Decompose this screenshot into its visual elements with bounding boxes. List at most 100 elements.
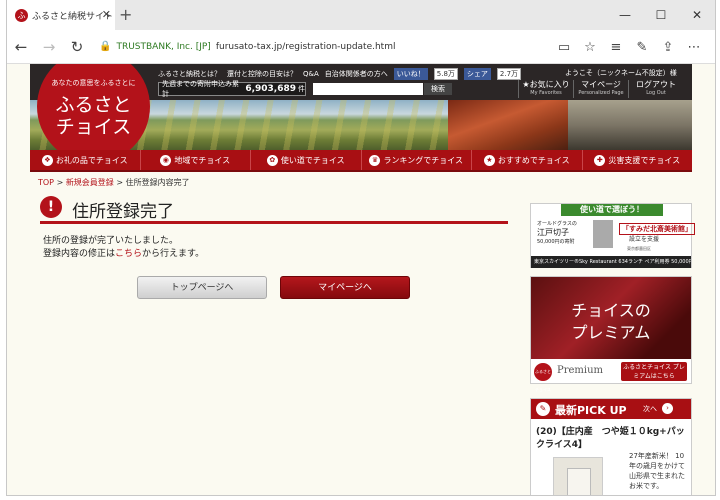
donation-counter: 先週までの寄附申込み累計 6,903,689 件 [158,80,306,98]
message-prefix: 登録内容の修正は [43,249,116,259]
minimize-icon[interactable]: — [607,0,643,30]
nav-region-label: 地域でチョイス [174,155,231,165]
completion-message: 住所の登録が完了いたしました。 登録内容の修正はこちらから行えます。 [43,235,204,261]
browser-toolbar: ← → ↻ 🔒 TRUSTBANK, Inc. [JP] furusato-ta… [7,30,715,64]
nav-usage-label: 使い道でチョイス [280,155,345,165]
breadcrumb-current: 住所登録内容完了 [125,178,190,187]
pickup-title: 最新PICK UP [555,404,627,417]
breadcrumb-separator: > [56,178,66,187]
mypage-sub: Personalized Page [578,90,624,96]
hub-icon[interactable]: ≡ [603,40,629,55]
nav-usage[interactable]: ✿ 使い道でチョイス [251,150,362,170]
site-content: あなたの意思をふるさとに ふるさと チョイス ふるさと納税とは？ 還付と控除の目… [30,64,695,495]
premium-banner[interactable]: チョイスの プレミアム ふるさと チョイス Premium ふるさとチョイス プ… [530,276,692,392]
next-arrow-icon[interactable]: › [662,403,673,414]
link-about[interactable]: ふるさと納税とは？ [158,69,221,79]
site-header: あなたの意思をふるさとに ふるさと チョイス ふるさと納税とは？ 還付と控除の目… [30,64,692,150]
message-line2: 登録内容の修正はこちらから行えます。 [43,248,204,261]
header-photo-landscape [568,100,692,150]
fb-like-button[interactable]: いいね！ [393,68,428,80]
rice-bag-image[interactable] [553,457,603,495]
nav-recommend[interactable]: ★ おすすめでチョイス [472,150,583,170]
logout-link[interactable]: ログアウト Log Out [628,80,683,98]
logo-tagline: あなたの意思をふるさとに [51,79,136,87]
usage-text5: 東京都墨田区 [627,246,651,251]
favorites-label: ★お気に入り [522,80,570,89]
forward-icon[interactable]: → [35,38,63,56]
user-greeting: ようこそ（ニックネーム不設定）様 [565,69,677,77]
link-deduction[interactable]: 還付と控除の目安は？ [227,69,297,79]
breadcrumb: TOP > 新規会員登録 > 住所登録内容完了 [38,177,190,188]
tab-close-icon[interactable]: ✕ [102,8,111,21]
back-icon[interactable]: ← [7,38,35,56]
mypage-button[interactable]: マイページへ [280,276,410,299]
tag-icon: ✎ [536,402,550,416]
logout-sub: Log Out [646,90,666,96]
premium-logo: ふるさと チョイス [534,363,552,392]
fb-share-count: 2.7万 [496,68,522,80]
nav-recommend-label: おすすめでチョイス [497,155,570,165]
star-icon: ★ [483,154,495,166]
maximize-icon[interactable]: ☐ [643,0,679,30]
link-municipality[interactable]: 自治体関係者の方へ [325,69,388,79]
counter-unit: 件 [298,85,305,93]
usage-text2: 江戸切子 [537,228,569,237]
breadcrumb-top[interactable]: TOP [38,178,54,187]
breadcrumb-separator: > [116,178,126,187]
counter-value: 6,903,689 [245,84,296,94]
tab-bar: ふ ふるさと納税サイト [ふるさと ✕ + — ☐ ✕ [7,0,715,30]
top-page-button[interactable]: トップページへ [137,276,267,299]
search-button[interactable]: 検索 [424,83,452,95]
address-bar[interactable]: 🔒 TRUSTBANK, Inc. [JP] furusato-tax.jp/r… [99,41,395,52]
usage-text1: オールドグラスの [537,221,577,227]
member-nav: ★お気に入り My Favorites マイページ Personalized Pag… [518,80,683,98]
browser-tab[interactable]: ふ ふるさと納税サイト [ふるさと ✕ [7,0,115,30]
nav-ranking[interactable]: ♛ ランキングでチョイス [362,150,472,170]
message-line1: 住所の登録が完了いたしました。 [43,236,179,246]
mypage-link[interactable]: マイページ Personalized Page [573,80,628,98]
nav-gift-label: お礼の品でチョイス [55,155,128,165]
nav-disaster[interactable]: ✚ 災害支援でチョイス [583,150,693,170]
web-note-icon[interactable]: ✎ [629,40,655,55]
logo-text-line1: ふるさと [55,94,132,116]
fb-share-label: シェア [466,70,488,78]
link-qa[interactable]: Q&A [303,70,319,78]
refresh-icon[interactable]: ↻ [63,38,91,56]
favorite-star-icon[interactable]: ☆ [577,40,603,55]
fb-like-count: 5.8万 [433,68,458,80]
nav-gift[interactable]: ❖ お礼の品でチョイス [30,150,141,170]
close-window-icon[interactable]: ✕ [679,0,715,30]
edit-link[interactable]: こちら [115,249,142,259]
window-controls: — ☐ ✕ [607,0,715,30]
nav-region[interactable]: ◉ 地域でチョイス [141,150,251,170]
premium-title2: プレミアム [571,323,651,342]
favorites-link[interactable]: ★お気に入り My Favorites [518,80,573,98]
search-input[interactable] [313,83,423,95]
flower-icon: ✿ [266,154,278,166]
fb-like-label: いいね！ [396,70,425,78]
usage-banner[interactable]: 使い道で選ぼう！ オールドグラスの 江戸切子 50,000円の寄附 「すみだ北斎… [530,203,695,268]
reading-view-icon[interactable]: ▭ [551,40,577,55]
premium-button[interactable]: ふるさとチョイス プレミアムはこちら [621,362,687,381]
pickup-item-title[interactable]: (20)【庄内産 つや姫１０kg+パッ クライス4】 [536,426,688,452]
category-nav: ❖ お礼の品でチョイス ◉ 地域でチョイス ✿ 使い道でチョイス ♛ ランキングでチョイ… [30,150,692,172]
site-logo[interactable]: あなたの意思をふるさとに ふるさと チョイス [37,64,150,150]
lock-icon: 🔒 [99,41,112,52]
url-text[interactable]: furusato-tax.jp/registration-update.html [216,42,396,52]
header-photo-crab [448,100,568,150]
page-title-block: ! 住所登録完了 [40,194,508,224]
pickup-next[interactable]: 次へ [643,404,657,414]
browser-window: ふ ふるさと納税サイト [ふるさと ✕ + — ☐ ✕ ← → ↻ 🔒 TRUS… [6,0,716,496]
pickup-header: ✎ 最新PICK UP 次へ › [531,399,691,419]
message-suffix: から行えます。 [142,249,205,259]
new-tab-icon[interactable]: + [119,5,132,24]
fb-share-button[interactable]: シェア [463,68,491,80]
more-icon[interactable]: ⋯ [681,40,707,55]
browser-tools: ▭ ☆ ≡ ✎ ⇪ ⋯ [551,30,707,64]
share-icon[interactable]: ⇪ [655,40,681,55]
plus-icon: ✚ [594,154,606,166]
breadcrumb-registration[interactable]: 新規会員登録 [66,178,114,187]
premium-word: Premium [557,365,604,376]
usage-text3: 50,000円の寄附 [537,239,575,245]
favorites-sub: My Favorites [530,90,562,96]
